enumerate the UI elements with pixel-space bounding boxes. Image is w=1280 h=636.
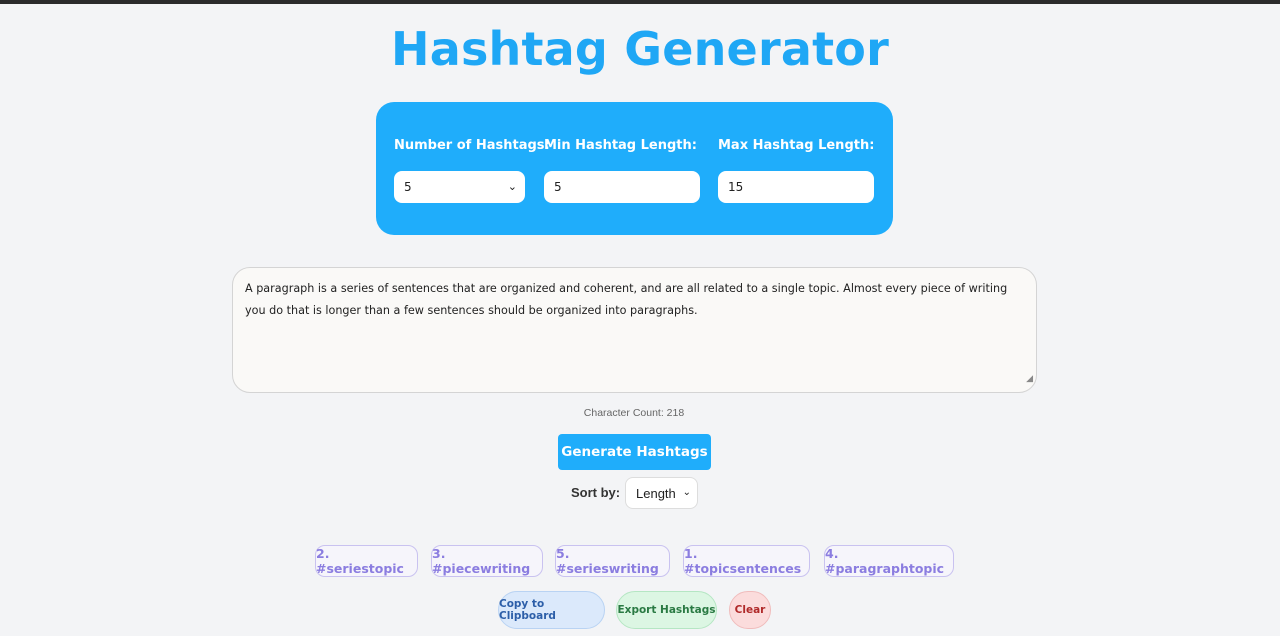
resize-handle-icon[interactable]: ◢ bbox=[1026, 368, 1033, 390]
text-input-value: A paragraph is a series of sentences tha… bbox=[245, 282, 1008, 317]
hashtag-chip[interactable]: 1. #topicsentences bbox=[683, 545, 810, 577]
settings-panel: Number of Hashtags: 5 ⌄ Min Hashtag Leng… bbox=[376, 102, 893, 235]
max-length-value: 15 bbox=[728, 180, 744, 194]
hashtag-chip[interactable]: 4. #paragraphtopic bbox=[824, 545, 954, 577]
sort-select[interactable]: Length ⌄ bbox=[625, 477, 698, 509]
text-input[interactable]: A paragraph is a series of sentences tha… bbox=[232, 267, 1037, 393]
chevron-down-icon: ⌄ bbox=[507, 180, 517, 193]
page-title: Hashtag Generator bbox=[391, 22, 889, 76]
num-hashtags-select[interactable]: 5 ⌄ bbox=[394, 171, 525, 203]
sort-value: Length bbox=[636, 485, 676, 501]
num-hashtags-label: Number of Hashtags: bbox=[394, 138, 550, 153]
clear-button[interactable]: Clear bbox=[729, 591, 771, 629]
chevron-down-icon: ⌄ bbox=[682, 487, 691, 498]
hashtag-chip[interactable]: 2. #seriestopic bbox=[315, 545, 418, 577]
num-hashtags-value: 5 bbox=[404, 180, 412, 194]
min-length-value: 5 bbox=[554, 180, 562, 194]
max-length-input[interactable]: 15 bbox=[718, 171, 874, 203]
hashtag-chip[interactable]: 5. #serieswriting bbox=[555, 545, 670, 577]
export-button[interactable]: Export Hashtags bbox=[616, 591, 717, 629]
min-length-label: Min Hashtag Length: bbox=[544, 138, 697, 153]
character-count: Character Count: 218 bbox=[583, 407, 685, 419]
generate-button[interactable]: Generate Hashtags bbox=[558, 434, 711, 470]
max-length-label: Max Hashtag Length: bbox=[718, 138, 875, 153]
min-length-input[interactable]: 5 bbox=[544, 171, 700, 203]
sort-label: Sort by: bbox=[571, 485, 621, 500]
copy-button[interactable]: Copy to Clipboard bbox=[498, 591, 605, 629]
hashtag-chip[interactable]: 3. #piecewriting bbox=[431, 545, 543, 577]
